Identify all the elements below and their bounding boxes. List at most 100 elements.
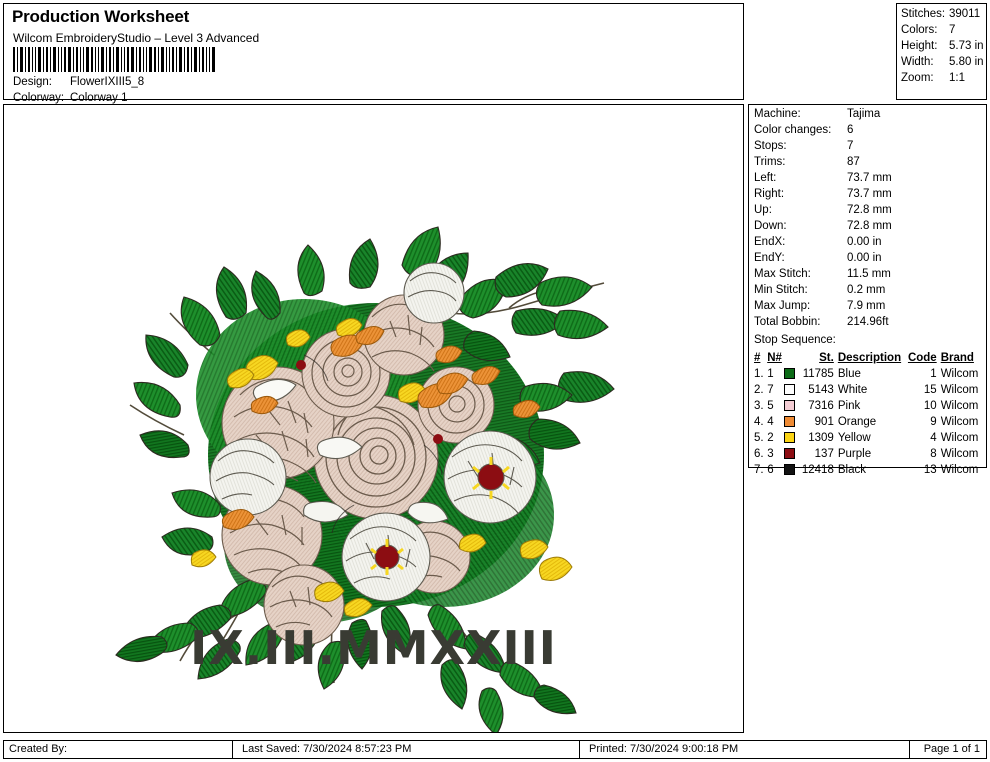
needle-number: 2 [767, 432, 774, 444]
info-row-stops: Stops: 7 [754, 140, 986, 156]
info-value: 73.7 mm [847, 172, 892, 184]
info-label: Right: [754, 188, 785, 200]
info-row-colorchanges: Color changes: 6 [754, 124, 986, 140]
thread-brand: Wilcom [940, 432, 979, 444]
thread-color-swatch [783, 367, 795, 379]
thread-color-swatch [783, 383, 795, 395]
needle-number: 5 [767, 400, 774, 412]
footer-divider-2 [579, 741, 580, 758]
stitch-count: 5143 [808, 384, 834, 396]
color-description: Orange [837, 416, 877, 428]
info-label: Stops: [754, 140, 787, 152]
thread-code: 1 [930, 368, 937, 380]
info-row-minstitch: Min Stitch: 0.2 mm [754, 284, 986, 300]
stat-label-zoom: Zoom: [901, 72, 934, 84]
thread-color-swatch [783, 463, 795, 475]
stop-sequence-body: 1. 1 11785 Blue 1 Wilcom 2. 7 5143 White 15 Wilcom 3… [754, 366, 982, 478]
info-value: 87 [847, 156, 860, 168]
color-description: Blue [837, 368, 861, 380]
stop-sequence-title: Stop Sequence: [754, 334, 836, 346]
machine-info-rows: Machine: Tajima Color changes: 6 Stops: 7 Trim… [754, 108, 986, 332]
info-label: Left: [754, 172, 777, 184]
color-swatch [783, 366, 798, 382]
stat-value-zoom: 1:1 [949, 72, 965, 84]
info-label: Total Bobbin: [754, 316, 821, 328]
stop-sequence-row[interactable]: 6. 3 137 Purple 8 Wilcom [754, 446, 982, 462]
color-description: White [837, 384, 868, 396]
col-header-brand: Brand [940, 351, 974, 364]
floral-bouquet-embroidery: IX.III.MMXXIII [4, 105, 743, 732]
machine-info-panel: Machine: Tajima Color changes: 6 Stops: 7 Trim… [748, 104, 987, 476]
stat-row-stitches: Stitches: 39011 [901, 8, 986, 24]
stop-sequence-row[interactable]: 7. 6 12418 Black 13 Wilcom [754, 462, 982, 478]
stat-label-colors: Colors: [901, 24, 938, 36]
info-value: 6 [847, 124, 854, 136]
stat-label-height: Height: [901, 40, 938, 52]
col-header-index: # [754, 351, 761, 364]
info-label: Max Stitch: [754, 268, 811, 280]
info-row-left: Left: 73.7 mm [754, 172, 986, 188]
stop-sequence-row[interactable]: 2. 7 5143 White 15 Wilcom [754, 382, 982, 398]
stat-label-stitches: Stitches: [901, 8, 946, 20]
col-header-description: Description [837, 351, 902, 364]
colorway-label: Colorway: [13, 92, 65, 104]
info-row-maxjump: Max Jump: 7.9 mm [754, 300, 986, 316]
stat-row-colors: Colors: 7 [901, 24, 986, 40]
stitch-count: 137 [814, 448, 834, 460]
color-description: Purple [837, 448, 872, 460]
design-preview-area[interactable]: IX.III.MMXXIII [3, 104, 744, 733]
color-swatch [783, 446, 798, 462]
color-description: Yellow [837, 432, 871, 444]
stat-row-width: Width: 5.80 in [901, 56, 986, 72]
needle-number: 7 [767, 384, 774, 396]
info-value: 214.96ft [847, 316, 889, 328]
color-swatch [783, 398, 798, 414]
stop-sequence-row[interactable]: 5. 2 1309 Yellow 4 Wilcom [754, 430, 982, 446]
info-value: 0.00 in [847, 252, 882, 264]
footer-divider-3 [909, 741, 910, 758]
thread-brand: Wilcom [940, 384, 979, 396]
thread-brand: Wilcom [940, 448, 979, 460]
color-description: Black [837, 464, 866, 476]
page-footer: Created By: Last Saved: 7/30/2024 8:57:2… [3, 740, 987, 759]
thread-code: 4 [930, 432, 937, 444]
info-value: 7.9 mm [847, 300, 886, 312]
color-swatch [783, 414, 798, 430]
thread-brand: Wilcom [940, 416, 979, 428]
col-header-swatch [784, 350, 798, 366]
stitch-count: 7316 [808, 400, 834, 412]
thread-code: 15 [923, 384, 937, 396]
footer-divider-1 [232, 741, 233, 758]
col-header-needle: N# [767, 351, 782, 364]
info-value: 11.5 mm [847, 268, 891, 280]
stop-sequence-row[interactable]: 3. 5 7316 Pink 10 Wilcom [754, 398, 982, 414]
thread-color-swatch [783, 399, 795, 411]
info-label: Trims: [754, 156, 786, 168]
info-label: Down: [754, 220, 787, 232]
stat-value-width: 5.80 in [949, 56, 984, 68]
page-title: Production Worksheet [12, 7, 190, 26]
design-stats-panel: Stitches: 39011 Colors: 7 Height: 5.73 i… [896, 3, 987, 100]
footer-page-number: Page 1 of 1 [923, 743, 980, 755]
info-label: Max Jump: [754, 300, 811, 312]
stat-row-height: Height: 5.73 in [901, 40, 986, 56]
stop-index: 3. [754, 400, 764, 412]
thread-brand: Wilcom [940, 464, 979, 476]
stitch-count: 901 [814, 416, 834, 428]
stop-index: 1. [754, 368, 764, 380]
stop-sequence-row[interactable]: 1. 1 11785 Blue 1 Wilcom [754, 366, 982, 382]
footer-created-by: Created By: [9, 743, 68, 755]
thread-color-swatch [783, 415, 795, 427]
color-description: Pink [837, 400, 861, 412]
info-value: 0.2 mm [847, 284, 886, 296]
header-panel: Production Worksheet Wilcom EmbroiderySt… [3, 3, 744, 104]
product-name: Wilcom EmbroideryStudio – Level 3 Advanc… [13, 31, 260, 45]
needle-number: 1 [767, 368, 774, 380]
thread-code: 10 [923, 400, 937, 412]
stat-value-stitches: 39011 [949, 8, 981, 20]
stop-sequence-table: # N# St. Description Code Brand 1. 1 11785… [754, 350, 982, 478]
col-header-code: Code [907, 351, 937, 364]
info-label: EndY: [754, 252, 785, 264]
stat-value-colors: 7 [949, 24, 956, 36]
stop-sequence-row[interactable]: 4. 4 901 Orange 9 Wilcom [754, 414, 982, 430]
